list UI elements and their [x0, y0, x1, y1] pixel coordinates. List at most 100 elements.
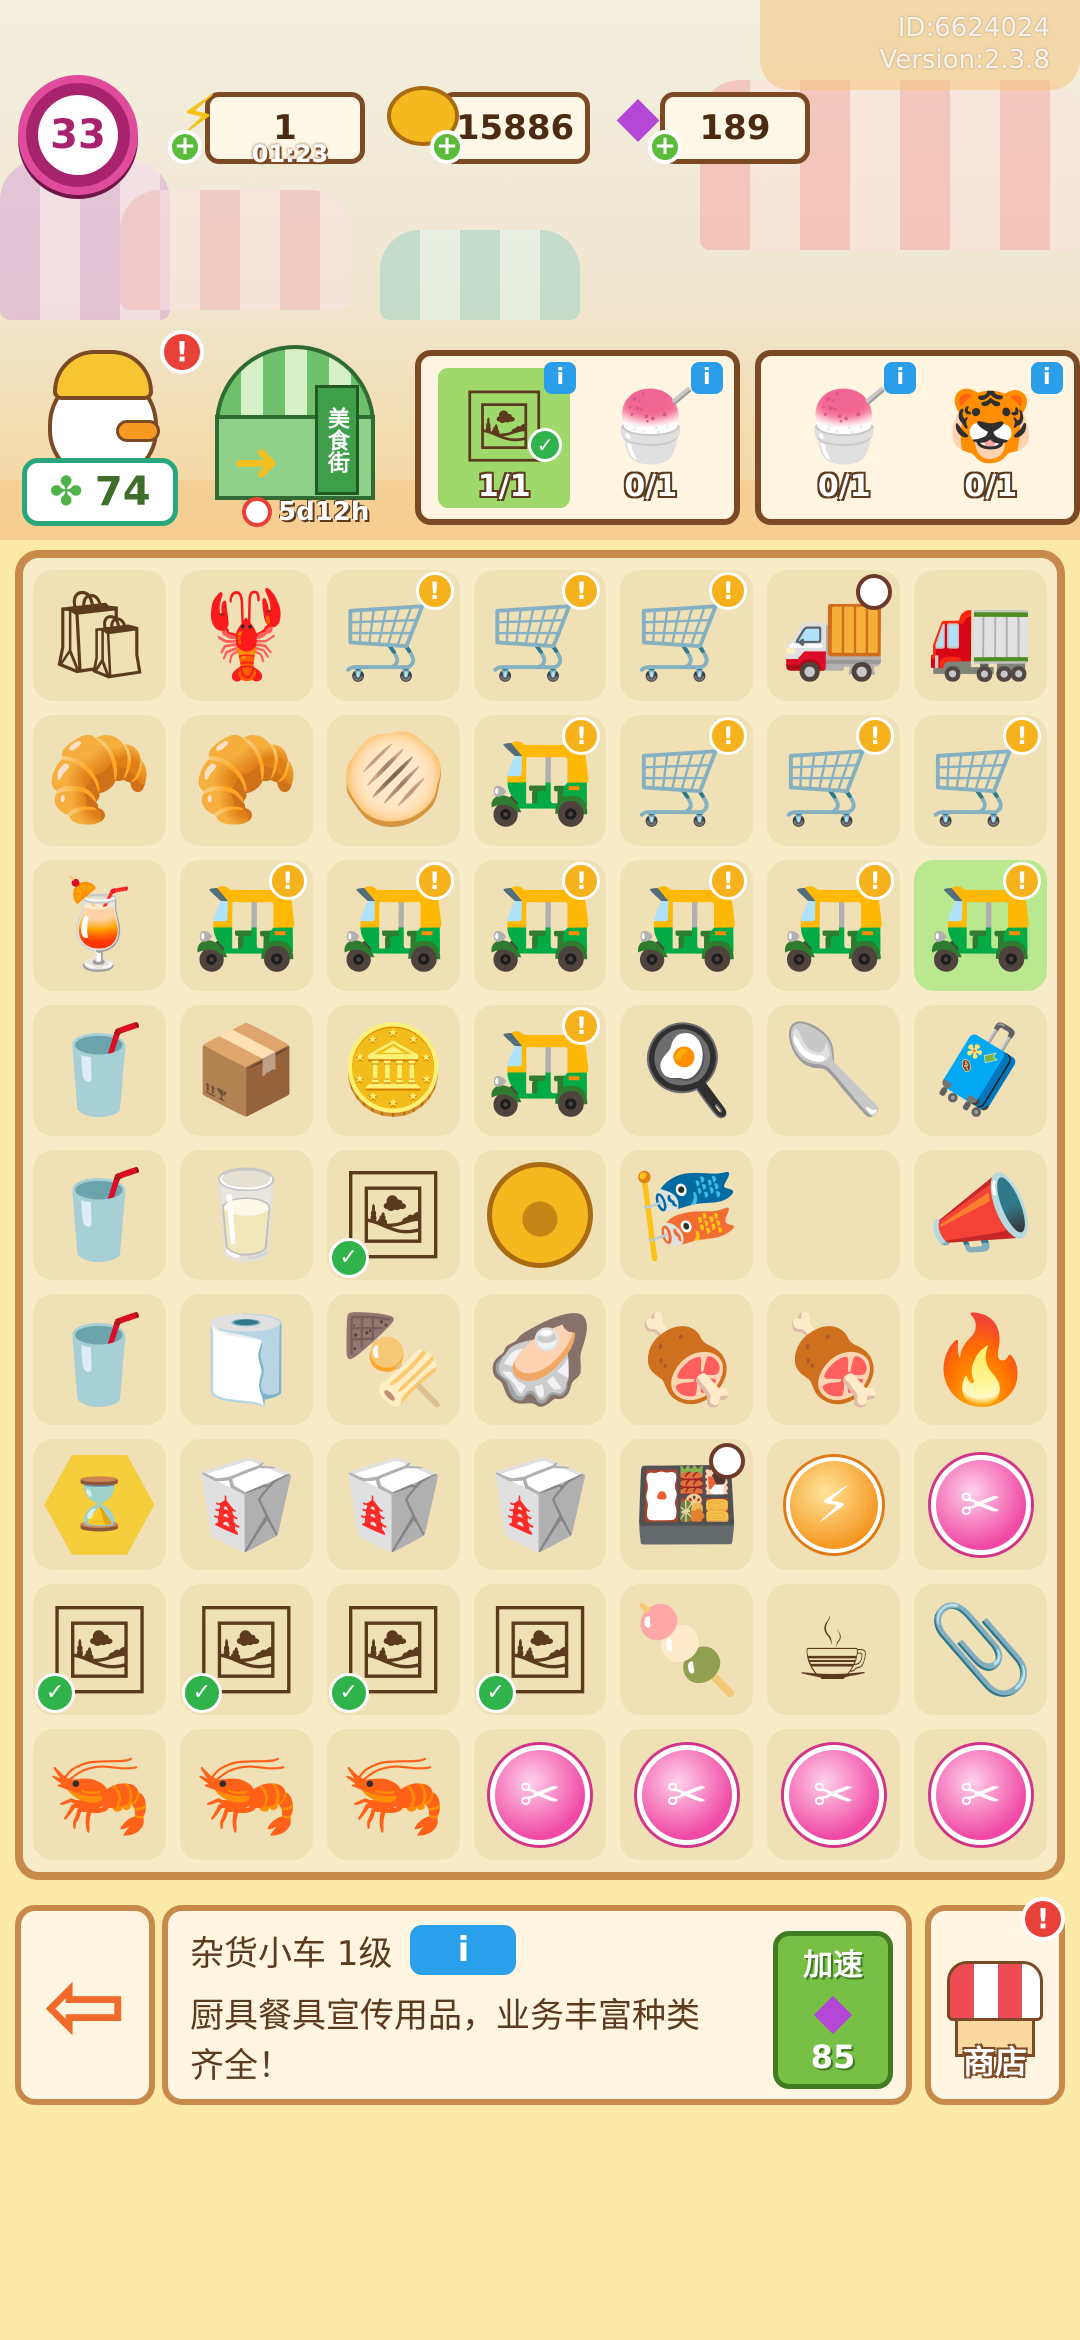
board-cell[interactable]: 🎏: [620, 1149, 754, 1281]
board-cell[interactable]: 🪙: [326, 1004, 460, 1136]
board-cell[interactable]: ●: [473, 1149, 607, 1281]
board-cell[interactable]: 🥡: [326, 1439, 460, 1571]
board-cell[interactable]: 🚛: [914, 570, 1047, 701]
board-cell[interactable]: 🥐: [33, 714, 166, 846]
board-cell[interactable]: 🔥: [914, 1294, 1047, 1426]
board-cell[interactable]: 🖼 ✓: [33, 1584, 166, 1716]
board-cell[interactable]: ✂: [620, 1729, 754, 1860]
board-cell[interactable]: 🥛: [179, 1149, 313, 1281]
exit-arrow-icon: ⇦: [43, 1946, 127, 2064]
board-cell[interactable]: 🦐: [326, 1729, 460, 1860]
board-cell[interactable]: 🛒!: [473, 570, 607, 701]
ready-bubble-icon: !: [709, 572, 748, 610]
board-cell[interactable]: 🛺!: [179, 859, 313, 991]
board-cell[interactable]: [767, 1149, 901, 1281]
board-cell[interactable]: 🛺!: [326, 859, 460, 991]
gold-coin-icon: ●: [486, 1161, 593, 1268]
board-cell[interactable]: 🛒!: [326, 570, 460, 701]
board-cell[interactable]: 🛒!: [620, 714, 754, 846]
board-cell[interactable]: 🍳: [620, 1004, 754, 1136]
board-cell[interactable]: 🛺!: [473, 859, 607, 991]
board-cell[interactable]: 🦪: [473, 1294, 607, 1426]
cardboard-boxes-icon: 📦: [192, 1020, 300, 1121]
info-icon[interactable]: i: [690, 361, 723, 394]
info-icon[interactable]: i: [884, 361, 917, 394]
board-cell[interactable]: 🥄: [767, 1004, 901, 1136]
board-cell[interactable]: 🖼 ✓: [473, 1584, 607, 1716]
board-cell[interactable]: 🍖: [767, 1294, 901, 1426]
board-cell[interactable]: 🧻: [179, 1294, 313, 1426]
board-cell[interactable]: 🥤: [33, 1004, 166, 1136]
board-cell[interactable]: 🛍: [33, 570, 166, 701]
board-cell[interactable]: 🧳: [914, 1004, 1047, 1136]
order-item-shaved-ice[interactable]: 🍧 0/1 i: [778, 361, 917, 508]
speed-up-label: 加速: [803, 1948, 863, 1983]
build-info: ID:6624024 Version:2.3.8: [879, 12, 1050, 76]
board-cell[interactable]: 🥐: [179, 714, 313, 846]
board-cell[interactable]: 🛺!: [473, 1004, 607, 1136]
scissors-orb-icon: ✂: [636, 1744, 737, 1845]
add-energy-button[interactable]: +: [168, 130, 202, 164]
exit-button[interactable]: ⇦: [15, 1905, 155, 2105]
board-cell[interactable]: 🥤: [33, 1149, 166, 1281]
board-cell[interactable]: ⌛: [33, 1439, 166, 1571]
board-cell[interactable]: 🛺!: [767, 859, 901, 991]
board-cell[interactable]: 📎: [914, 1584, 1047, 1716]
board-cell[interactable]: ☕: [767, 1584, 901, 1716]
board-cell[interactable]: 🛒!: [767, 714, 901, 846]
scissors-orb-icon: ✂: [783, 1744, 884, 1845]
food-street-gate[interactable]: ➜ 美食街: [205, 345, 385, 515]
board-cell[interactable]: 🍖: [620, 1294, 754, 1426]
board-cell[interactable]: 🚚: [767, 570, 901, 701]
board-cell[interactable]: 🥡: [179, 1439, 313, 1571]
board-cell[interactable]: ✂: [473, 1729, 607, 1860]
seafood-cart-icon: 🦞: [192, 585, 300, 686]
gem-counter[interactable]: 189: [660, 92, 810, 164]
board-cell[interactable]: 🛒!: [620, 570, 754, 701]
speed-up-button[interactable]: 加速 ◆ 85: [773, 1931, 893, 2089]
shop-button[interactable]: ! 商店: [925, 1897, 1065, 2105]
clover-counter[interactable]: ✤ 74: [22, 458, 178, 526]
add-coins-button[interactable]: +: [430, 130, 464, 164]
board-cell[interactable]: 📣: [914, 1149, 1047, 1281]
delivery-truck-icon: 🚛: [927, 585, 1035, 686]
board-cell[interactable]: 🖼 ✓: [179, 1584, 313, 1716]
food-street-sign: 美食街: [315, 385, 359, 495]
level-badge[interactable]: 33: [18, 75, 138, 195]
board-cell[interactable]: ✂: [914, 1729, 1047, 1860]
info-icon[interactable]: i: [1030, 361, 1063, 394]
check-icon: ✓: [328, 1238, 369, 1279]
board-cell[interactable]: ⚡: [767, 1439, 901, 1571]
megaphone-icon: 📣: [927, 1164, 1035, 1265]
order-item-shaved-ice[interactable]: 🍧 0/1 i: [585, 361, 723, 508]
board-cell[interactable]: 📦: [179, 1004, 313, 1136]
board-cell[interactable]: 🦐: [179, 1729, 313, 1860]
board-cell[interactable]: 🛺!: [620, 859, 754, 991]
ready-bubble-icon: !: [562, 716, 601, 755]
board-cell[interactable]: 🦐: [33, 1729, 166, 1860]
board-cell[interactable]: 🛒!: [914, 714, 1047, 846]
item-info-button[interactable]: i: [410, 1925, 517, 1975]
board-cell[interactable]: 🖼 ✓: [326, 1149, 460, 1281]
board-cell[interactable]: 🥤: [33, 1294, 166, 1426]
board-cell[interactable]: 🖼 ✓: [326, 1584, 460, 1716]
board-cell[interactable]: 🍡: [620, 1584, 754, 1716]
skewer-plate-icon: 🍢: [339, 1309, 447, 1410]
order-item-tiger-plush[interactable]: 🐯 0/1 i: [925, 361, 1063, 508]
board-cell[interactable]: 🍹: [33, 859, 166, 991]
board-cell[interactable]: 🛺!: [473, 714, 607, 846]
order-card-1[interactable]: 🖼 1/1 i ✓ 🍧 0/1 i: [415, 350, 740, 525]
board-cell[interactable]: ✂: [767, 1729, 901, 1860]
board-cell[interactable]: 🍱: [620, 1439, 754, 1571]
add-gems-button[interactable]: +: [648, 130, 682, 164]
board-cell[interactable]: 🫓: [326, 714, 460, 846]
rainbow-drink-icon: 🥤: [45, 1020, 153, 1121]
board-cell[interactable]: 🛺!: [914, 859, 1047, 991]
board-cell[interactable]: 🥡: [473, 1439, 607, 1571]
order-card-2[interactable]: 🍧 0/1 i 🐯 0/1 i: [755, 350, 1080, 525]
board-cell[interactable]: 🦞: [179, 570, 313, 701]
board-cell[interactable]: 🍢: [326, 1294, 460, 1426]
board-cell[interactable]: ✂: [914, 1439, 1047, 1571]
info-icon[interactable]: i: [544, 361, 577, 394]
order-item-duck-poster[interactable]: 🖼 1/1 i ✓: [438, 361, 577, 508]
